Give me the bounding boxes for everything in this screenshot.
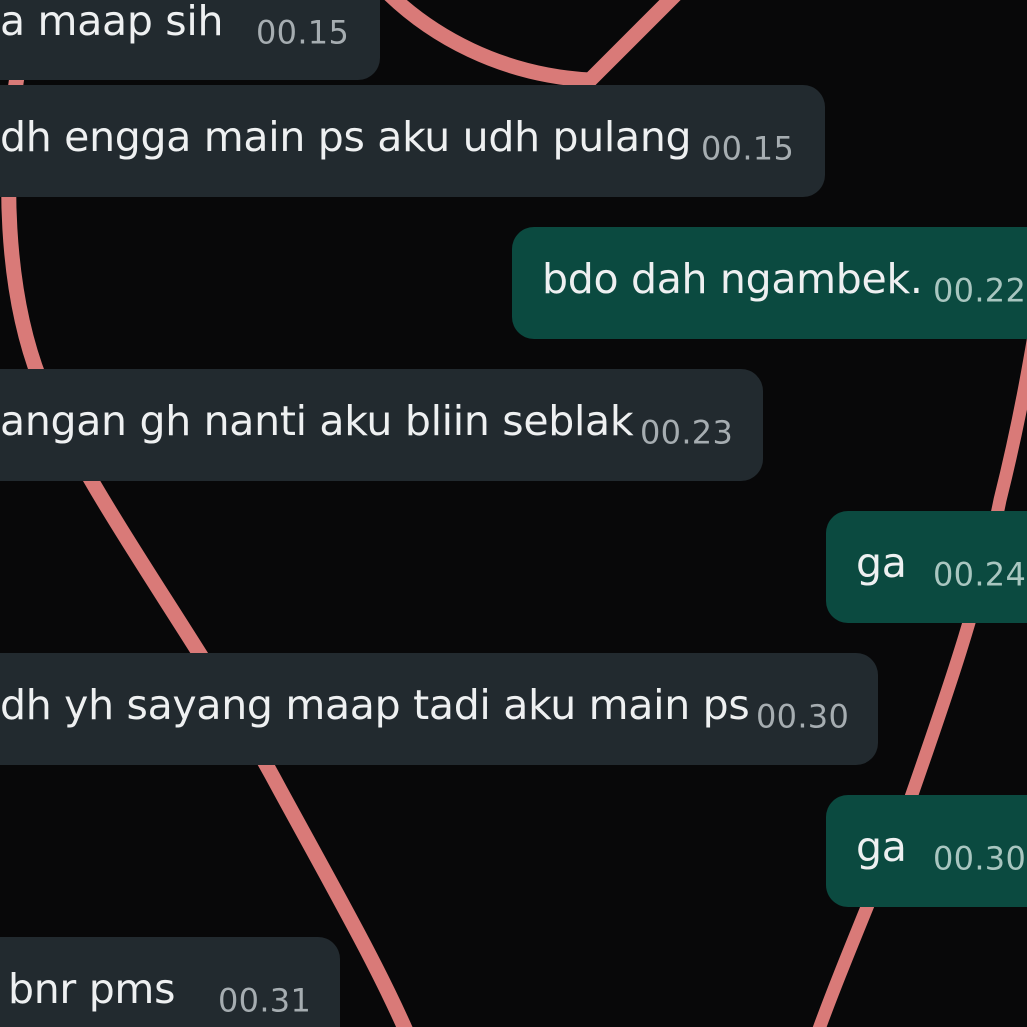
- message-text: bdo dah ngambek.: [542, 255, 923, 304]
- message-bubble[interactable]: bdo dah ngambek. 00.22: [512, 227, 1027, 339]
- message-timestamp: 00.15: [256, 13, 350, 52]
- message-timestamp: 00.30: [933, 839, 1027, 878]
- message-text: a maap sih: [0, 0, 224, 46]
- message-timestamp: 00.15: [701, 129, 795, 168]
- message-text: dh engga main ps aku udh pulang: [0, 113, 692, 162]
- message-timestamp: 00.23: [640, 413, 734, 452]
- message-text: ga: [856, 823, 907, 872]
- message-bubble[interactable]: a maap sih 00.15: [0, 0, 380, 80]
- message-bubble[interactable]: dh engga main ps aku udh pulang 00.15: [0, 85, 825, 197]
- message-text: bnr pms: [8, 965, 176, 1014]
- chat-screen: a maap sih 00.15 dh engga main ps aku ud…: [0, 0, 1027, 1027]
- message-timestamp: 00.30: [756, 697, 850, 736]
- message-text: dh yh sayang maap tadi aku main ps: [0, 681, 750, 730]
- message-bubble[interactable]: ga 00.30: [826, 795, 1027, 907]
- message-text: ga: [856, 539, 907, 588]
- message-bubble[interactable]: bnr pms 00.31: [0, 937, 340, 1027]
- message-text: angan gh nanti aku bliin seblak: [0, 397, 634, 446]
- message-timestamp: 00.31: [218, 981, 312, 1020]
- message-timestamp: 00.22: [933, 271, 1027, 310]
- message-bubble[interactable]: dh yh sayang maap tadi aku main ps 00.30: [0, 653, 878, 765]
- message-bubble[interactable]: ga 00.24: [826, 511, 1027, 623]
- message-timestamp: 00.24: [933, 555, 1027, 594]
- message-bubble[interactable]: angan gh nanti aku bliin seblak 00.23: [0, 369, 763, 481]
